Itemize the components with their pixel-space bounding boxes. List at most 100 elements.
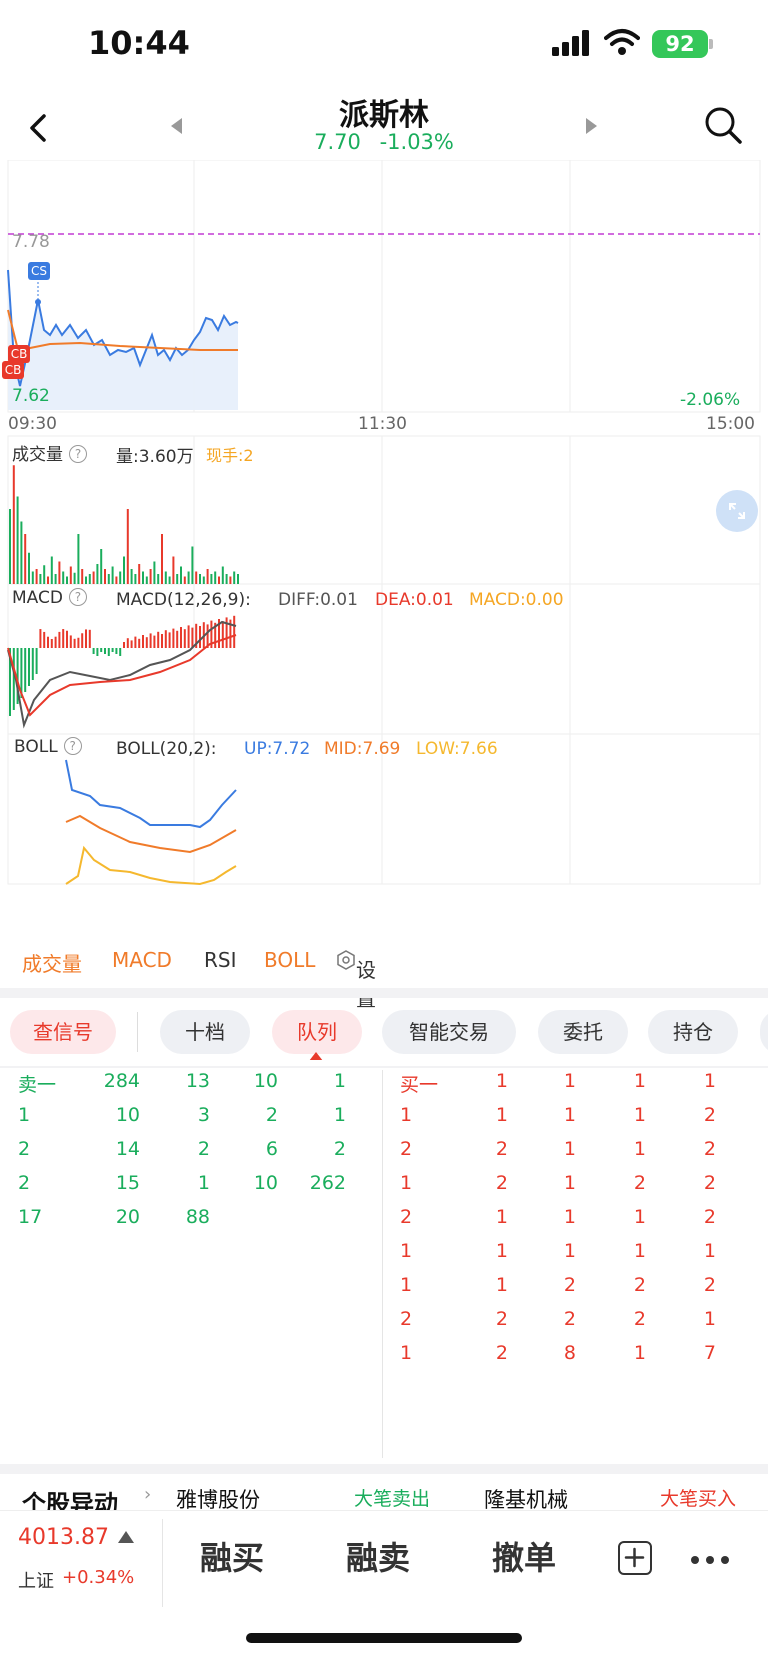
volume-bar — [225, 574, 228, 584]
volume-bar — [24, 534, 27, 584]
macd-bar — [187, 625, 190, 648]
section-divider — [0, 1464, 768, 1474]
macd-bar — [69, 635, 72, 648]
news-stock-2[interactable]: 隆基机械 — [484, 1484, 568, 1510]
expand-chart-button[interactable] — [716, 490, 758, 532]
queue-cell: 1 — [633, 1206, 646, 1228]
tab-signal[interactable]: 查信号 — [10, 1010, 116, 1054]
chevron-right-icon: › — [144, 1484, 152, 1505]
intraday-chart[interactable]: 7.78 7.62 -2.06% CS CB CB 09:30 11:30 15… — [0, 160, 768, 940]
macd-bar — [161, 634, 163, 648]
volume-bar — [35, 569, 38, 584]
macd-bar — [180, 627, 182, 648]
queue-cell: 2 — [333, 1138, 346, 1160]
queue-cell: 1 — [633, 1104, 646, 1126]
queue-cell: 1 — [703, 1070, 716, 1092]
macd-bar — [88, 629, 91, 648]
tab-ten-levels[interactable]: 十档 — [160, 1010, 250, 1054]
cs-marker[interactable]: CS — [28, 262, 50, 280]
boll-mid: MID:7.69 — [324, 739, 401, 759]
macd-title: MACD? — [12, 588, 87, 608]
search-icon[interactable] — [702, 104, 744, 146]
boll-up: UP:7.72 — [244, 739, 311, 759]
macd-bar — [96, 648, 99, 656]
volume-bar — [47, 576, 49, 584]
macd-bar — [12, 648, 15, 710]
tab-volume[interactable]: 成交量 — [22, 948, 82, 977]
up-arrow-icon — [118, 1531, 134, 1543]
cancel-order-button[interactable]: 撤单 — [492, 1533, 556, 1579]
macd-bar — [172, 628, 175, 648]
next-stock-icon[interactable] — [584, 116, 600, 136]
tab-queue[interactable]: 队列 — [272, 1010, 362, 1054]
tab-more-partial[interactable] — [760, 1010, 768, 1054]
queue-cell: 262 — [309, 1172, 346, 1194]
more-icon[interactable] — [690, 1555, 730, 1565]
news-ticker[interactable]: 个股异动 › 雅博股份 大笔卖出 隆基机械 大笔买入 — [0, 1484, 768, 1510]
boll-low: LOW:7.66 — [416, 739, 498, 759]
boll-params: BOLL(20,2): — [116, 739, 217, 759]
volume-bar — [221, 566, 224, 584]
queue-cell: 13 — [185, 1070, 210, 1092]
news-tag-2: 大笔买入 — [660, 1488, 737, 1510]
volume-bar — [85, 576, 87, 584]
volume-bar — [50, 556, 53, 584]
queue-cell: 1 — [563, 1240, 576, 1262]
news-stock-1[interactable]: 雅博股份 — [176, 1484, 260, 1510]
boll-low-line — [65, 845, 237, 886]
tab-macd[interactable]: MACD — [112, 948, 172, 972]
macd-bar — [183, 629, 186, 648]
macd-bar — [199, 626, 201, 648]
time-label-close: 15:00 — [706, 414, 755, 434]
volume-bar — [96, 564, 99, 584]
queue-cell: 1 — [333, 1104, 346, 1126]
macd-bar — [221, 621, 224, 648]
volume-bar — [199, 574, 201, 584]
help-icon[interactable]: ? — [63, 737, 82, 755]
macd-bar — [81, 633, 84, 648]
macd-bar — [54, 636, 57, 648]
volume-bar — [107, 574, 110, 584]
cb-marker[interactable]: CB — [2, 361, 24, 379]
tab-smart-trade[interactable]: 智能交易 — [382, 1010, 516, 1054]
time-label-mid: 11:30 — [358, 414, 407, 434]
macd-bar — [111, 648, 114, 652]
macd-bar — [130, 640, 133, 648]
queue-cell: 6 — [265, 1138, 278, 1160]
queue-cell: 2 — [703, 1172, 716, 1194]
volume-bar — [214, 571, 217, 584]
queue-cell: 2 — [495, 1138, 508, 1160]
stock-change-pct: -1.03% — [379, 130, 454, 154]
news-title: 个股异动 — [22, 1490, 118, 1510]
tab-positions[interactable]: 持仓 — [648, 1010, 738, 1054]
macd-bar — [138, 638, 141, 648]
queue-cell: 2 — [265, 1104, 278, 1126]
function-tabs: 查信号 十档 队列 智能交易 委托 持仓 — [0, 1010, 768, 1060]
tab-settings[interactable]: 设置 — [336, 948, 376, 1011]
macd-bar — [66, 630, 68, 648]
margin-buy-button[interactable]: 融买 — [200, 1533, 264, 1579]
macd-bar — [92, 648, 95, 654]
tab-orders[interactable]: 委托 — [538, 1010, 628, 1054]
volume-bar — [218, 576, 220, 584]
tab-separator — [137, 1012, 138, 1052]
macd-bar — [126, 638, 129, 648]
volume-bar — [115, 576, 118, 584]
index-value[interactable]: 4013.87 — [18, 1525, 109, 1550]
indicator-tabs: 成交量 MACD RSI BOLL 设置 — [0, 942, 768, 1011]
buy-level-label: 买一 — [400, 1074, 439, 1096]
help-icon[interactable]: ? — [69, 445, 87, 463]
cs-marker-dot — [35, 299, 41, 305]
volume-title: 成交量? — [12, 440, 87, 465]
volume-bar — [119, 571, 122, 584]
tab-rsi[interactable]: RSI — [204, 948, 237, 972]
queue-cell: 20 — [115, 1206, 140, 1228]
volume-now: 现手:2 — [206, 446, 254, 465]
expand-icon — [729, 503, 745, 519]
add-icon[interactable] — [618, 1541, 652, 1575]
queue-cell: 8 — [563, 1342, 576, 1364]
margin-sell-button[interactable]: 融卖 — [346, 1533, 410, 1579]
queue-cell: 1 — [563, 1138, 576, 1160]
help-icon[interactable]: ? — [68, 588, 87, 606]
tab-boll[interactable]: BOLL — [264, 948, 315, 972]
